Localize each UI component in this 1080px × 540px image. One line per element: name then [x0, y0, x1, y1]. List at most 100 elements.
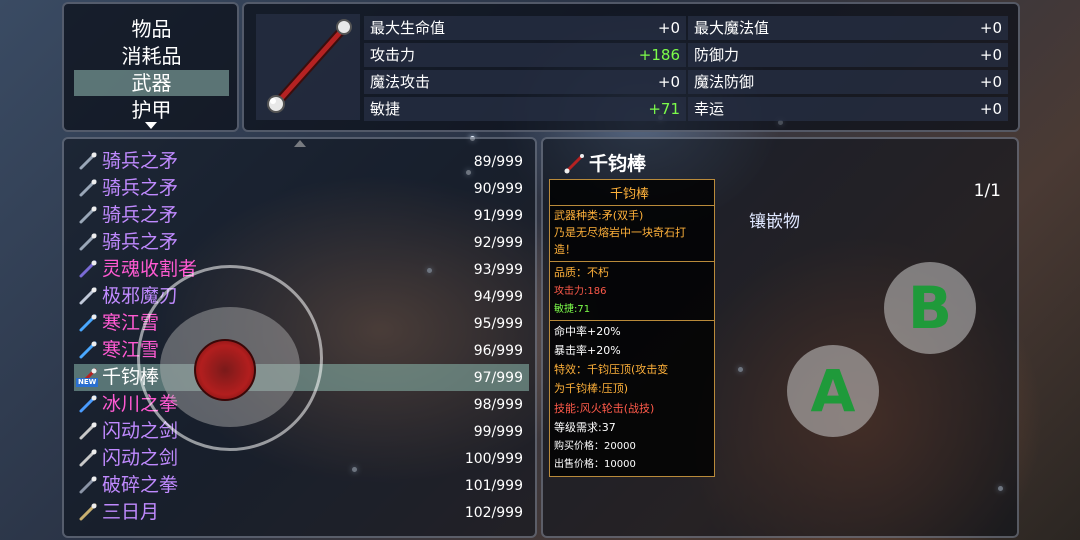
item-name: 骑兵之矛 — [102, 204, 179, 226]
stat-value: +0 — [657, 73, 680, 91]
stat-value: +0 — [979, 46, 1002, 64]
b-button[interactable]: B — [884, 262, 976, 354]
stat-label: 攻击力 — [370, 46, 416, 64]
category-menu: 物品 消耗品 武器 护甲 — [62, 2, 239, 132]
tooltip-desc-line: 造！ — [554, 243, 576, 256]
item-count: 91/999 — [473, 208, 523, 224]
category-item[interactable]: 护甲 — [74, 97, 229, 123]
item-title: 千钧棒 — [589, 153, 647, 175]
item-name: 三日月 — [102, 501, 160, 523]
item-row[interactable]: 闪动之剑 100/999 — [74, 445, 529, 472]
item-row[interactable]: 破碎之拳 101/999 — [74, 472, 529, 499]
divider — [550, 261, 714, 262]
tooltip-effect-line: 为千钧棒:压顶) — [554, 382, 628, 395]
stat-agi: 敏捷 +71 — [364, 97, 686, 121]
item-count: 96/999 — [473, 343, 523, 359]
stat-label: 魔法防御 — [694, 73, 755, 91]
item-row[interactable]: 骑兵之矛 92/999 — [74, 229, 529, 256]
divider — [550, 205, 714, 206]
stat-value: +71 — [648, 100, 680, 118]
item-count: 94/999 — [473, 289, 523, 305]
stat-label: 魔法攻击 — [370, 73, 431, 91]
category-item-selected[interactable]: 武器 — [74, 70, 229, 96]
fist-icon — [79, 476, 97, 494]
tooltip-sell-price: 出售价格：10000 — [554, 459, 636, 470]
a-button[interactable]: A — [787, 345, 879, 437]
socket-label[interactable]: 镶嵌物 — [749, 207, 800, 232]
item-count: 95/999 — [473, 316, 523, 332]
tooltip-desc-line: 乃是无尽熔岩中一块奇石打 — [554, 226, 686, 239]
stat-value: +0 — [979, 19, 1002, 37]
tooltip-skill: 技能:风火轮击(战技) — [554, 402, 655, 415]
item-name: 骑兵之矛 — [102, 231, 179, 253]
sword-icon — [79, 422, 97, 440]
tooltip-agi: 敏捷:71 — [554, 304, 591, 315]
staff-icon — [267, 19, 352, 113]
katana-icon — [79, 503, 97, 521]
item-row[interactable]: 闪动之剑 99/999 — [74, 418, 529, 445]
scythe-icon — [79, 260, 97, 278]
tooltip-hit: 命中率+20% — [554, 325, 621, 338]
tooltip-name: 千钧棒 — [610, 187, 650, 202]
stat-max-mp: 最大魔法值 +0 — [688, 16, 1008, 40]
ice-spear-icon — [79, 341, 97, 359]
stat-value: +186 — [638, 46, 680, 64]
tooltip-atk: 攻击力:186 — [554, 286, 607, 297]
equipment-stats-panel: 最大生命值 +0 攻击力 +186 魔法攻击 +0 敏捷 +71 最大魔法值 +… — [242, 2, 1020, 132]
stat-matk: 魔法攻击 +0 — [364, 70, 686, 94]
stat-value: +0 — [657, 19, 680, 37]
stat-mdef: 魔法防御 +0 — [688, 70, 1008, 94]
item-name: 骑兵之矛 — [102, 150, 179, 172]
tooltip-effect-line: 特效：千钧压顶(攻击变 — [554, 363, 669, 376]
item-row[interactable]: 骑兵之矛 91/999 — [74, 202, 529, 229]
stat-label: 幸运 — [694, 100, 725, 118]
blade-icon — [79, 287, 97, 305]
spear-icon — [79, 179, 97, 197]
item-tooltip: 千钧棒 武器种类:矛(双手) 乃是无尽熔岩中一块奇石打 造！ 品质：不朽 攻击力… — [549, 179, 715, 477]
item-count: 90/999 — [473, 181, 523, 197]
scroll-down-arrow-icon[interactable] — [145, 122, 157, 129]
staff-icon — [564, 154, 584, 174]
stat-label: 最大生命值 — [370, 19, 446, 37]
category-item[interactable]: 物品 — [74, 16, 229, 42]
item-name: 闪动之剑 — [102, 447, 179, 469]
tooltip-level: 等级需求:37 — [554, 421, 616, 434]
item-count: 92/999 — [473, 235, 523, 251]
item-row[interactable]: 灵魂收割者 93/999 — [74, 256, 529, 283]
spear-icon — [79, 233, 97, 251]
page-indicator: 1/1 — [973, 181, 1001, 201]
stat-atk: 攻击力 +186 — [364, 43, 686, 67]
item-count: 98/999 — [473, 397, 523, 413]
item-row[interactable]: 三日月 102/999 — [74, 499, 529, 526]
item-name: 骑兵之矛 — [102, 177, 179, 199]
item-count: 99/999 — [473, 424, 523, 440]
stat-value: +0 — [979, 100, 1002, 118]
item-row[interactable]: 骑兵之矛 90/999 — [74, 175, 529, 202]
joystick-emblem-icon[interactable] — [194, 339, 256, 401]
stat-value: +0 — [979, 73, 1002, 91]
item-name: 破碎之拳 — [102, 474, 179, 496]
item-count: 93/999 — [473, 262, 523, 278]
item-preview — [256, 14, 360, 120]
category-item[interactable]: 消耗品 — [74, 43, 229, 69]
stat-luck: 幸运 +0 — [688, 97, 1008, 121]
tooltip-quality: 品质：不朽 — [554, 266, 609, 279]
stat-def: 防御力 +0 — [688, 43, 1008, 67]
tooltip-type: 武器种类:矛(双手) — [554, 209, 644, 222]
ice-fist-icon — [79, 395, 97, 413]
spear-icon — [79, 152, 97, 170]
item-row[interactable]: 骑兵之矛 89/999 — [74, 148, 529, 175]
tooltip-crit: 暴击率+20% — [554, 344, 621, 357]
sword-icon — [79, 449, 97, 467]
stat-max-hp: 最大生命值 +0 — [364, 16, 686, 40]
item-count: 97/999 — [473, 370, 523, 386]
stat-label: 最大魔法值 — [694, 19, 770, 37]
item-count: 101/999 — [464, 478, 523, 494]
stat-label: 防御力 — [694, 46, 740, 64]
tooltip-buy-price: 购买价格：20000 — [554, 441, 636, 452]
new-badge: NEW — [76, 378, 99, 387]
item-count: 102/999 — [464, 505, 523, 521]
item-count: 89/999 — [473, 154, 523, 170]
item-count: 100/999 — [464, 451, 523, 467]
divider — [550, 320, 714, 321]
